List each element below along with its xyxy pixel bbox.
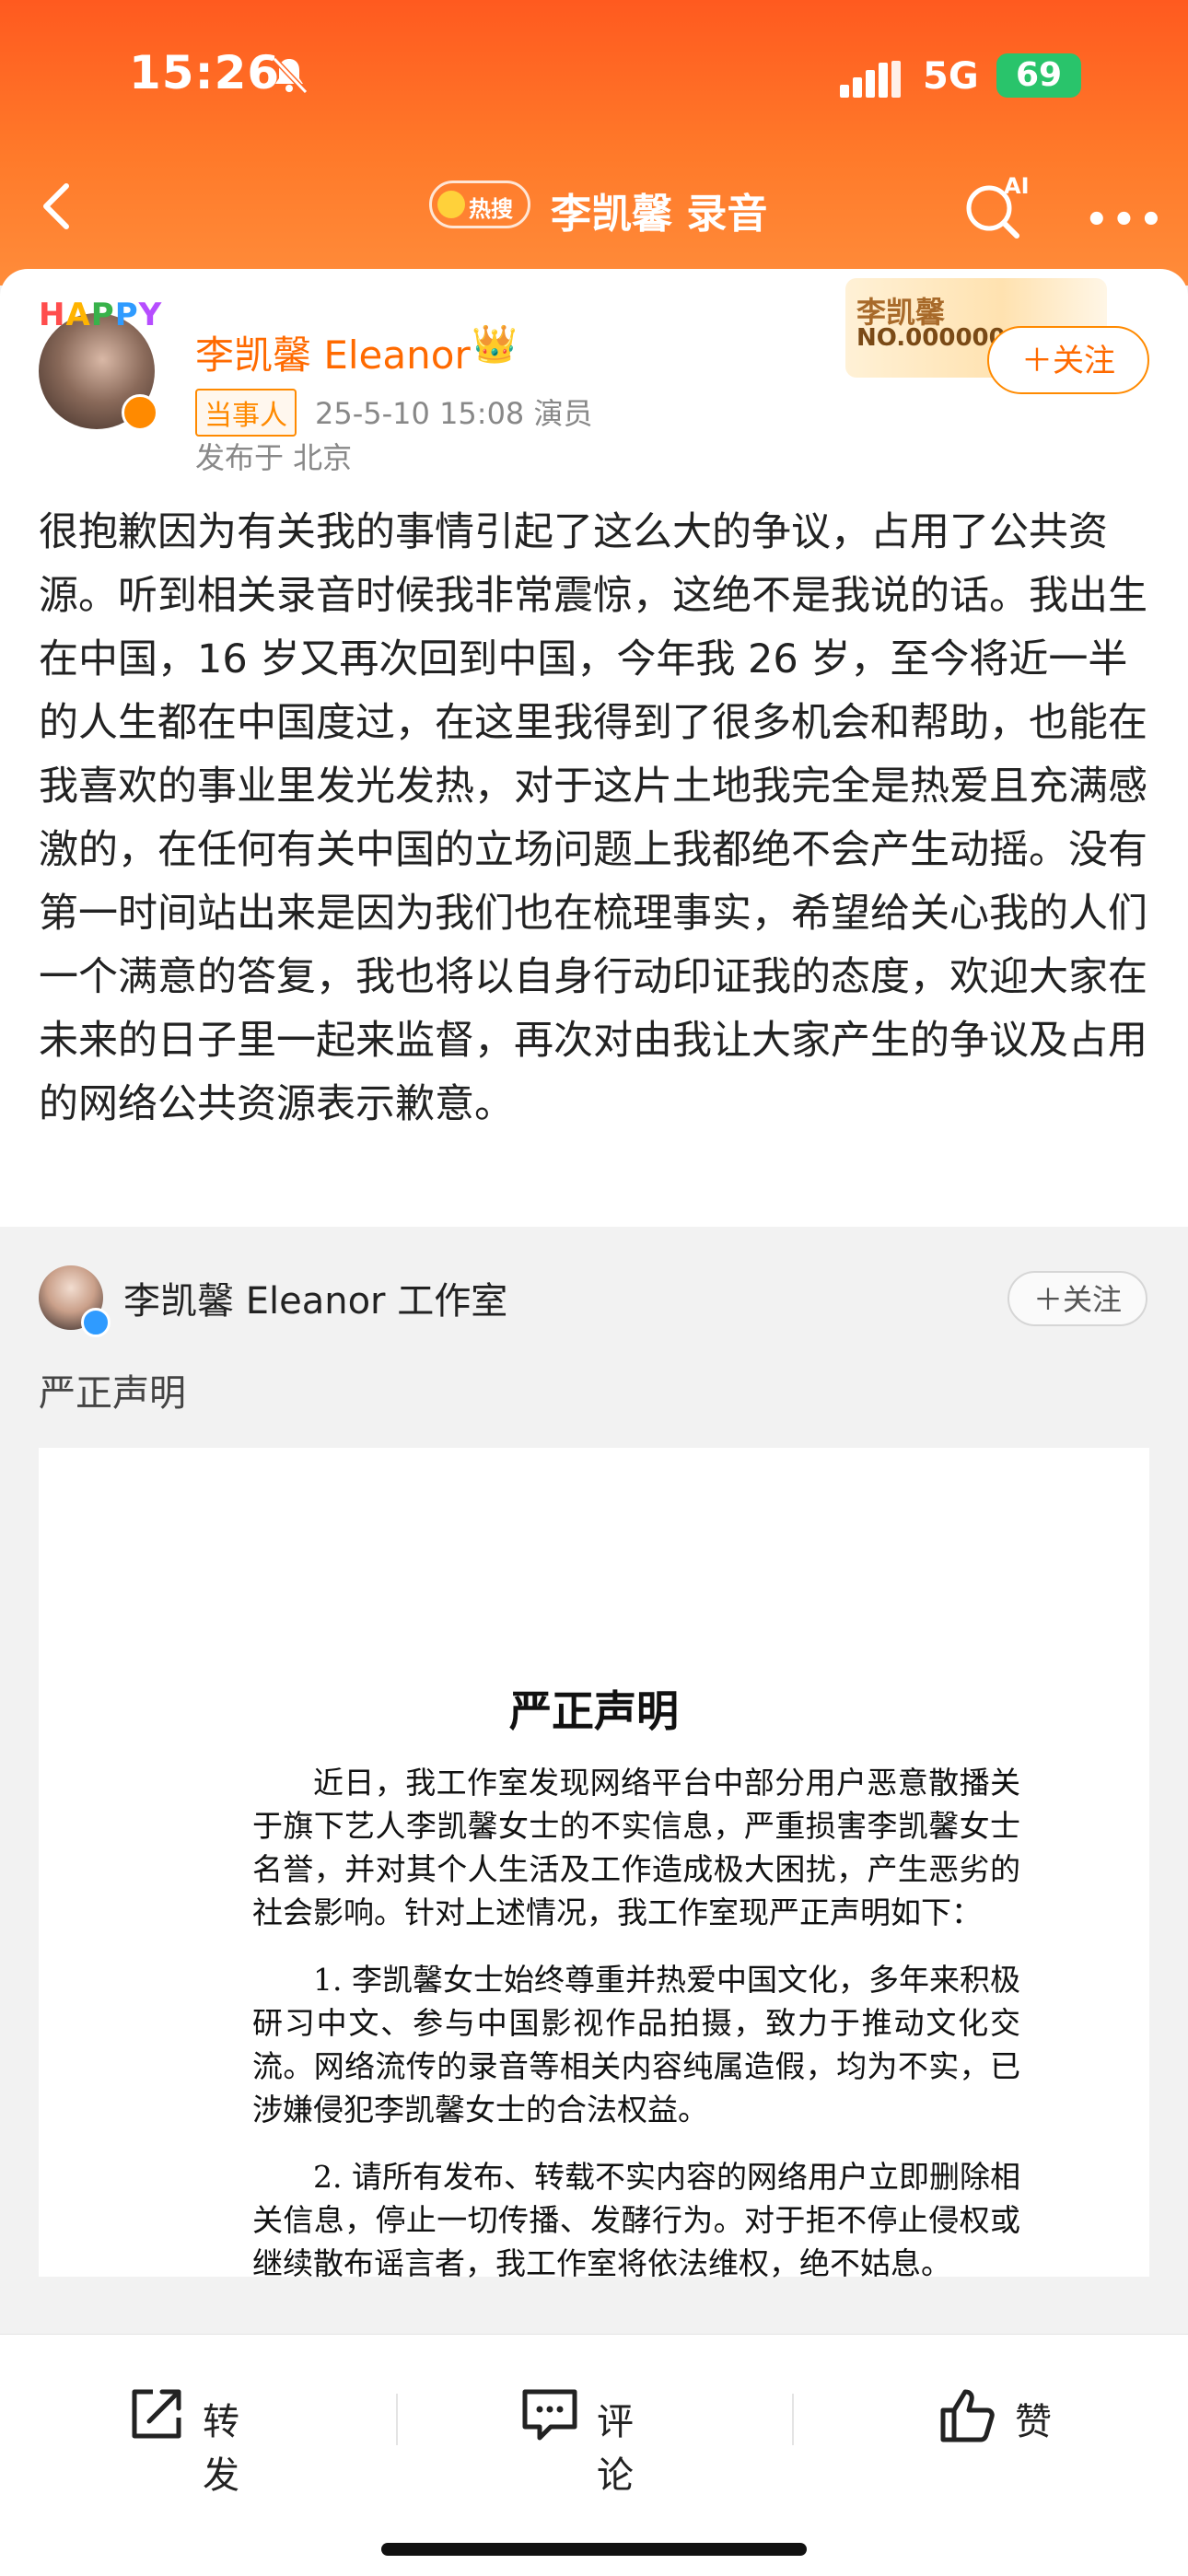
post-meta: 25-5-10 15:08 演员 (315, 396, 593, 431)
document-paragraph: 近日，我工作室发现网络平台中部分用户恶意散播关于旗下艺人李凯馨女士的不实信息，严… (252, 1765, 1020, 1930)
share-icon (132, 2389, 181, 2439)
divider (396, 2394, 398, 2445)
ai-search-icon[interactable]: AI (961, 171, 1031, 241)
more-options-icon[interactable]: ••• (1085, 199, 1167, 241)
statement-image[interactable]: 严正声明 近日，我工作室发现网络平台中部分用户恶意散播关于旗下艺人李凯馨女士的不… (39, 1448, 1149, 2281)
divider (792, 2394, 794, 2445)
verified-badge-icon (122, 394, 158, 431)
like-label: 赞 (1015, 2401, 1052, 2443)
post-location: 发布于 北京 (195, 440, 353, 475)
post-text: 很抱歉因为有关我的事情引起了这么大的争议，占用了公共资源。听到相关录音时候我非常… (39, 509, 1147, 1127)
home-indicator[interactable] (381, 2543, 807, 2556)
comment-label: 评论 (597, 2401, 634, 2497)
verified-badge-icon (81, 1308, 111, 1337)
status-time: 15:26 (129, 46, 281, 99)
follow-button[interactable]: ＋关注 (1007, 1271, 1147, 1326)
document-item: 2. 请所有发布、转载不实内容的网络用户立即删除相关信息，停止一切传播、发酵行为… (252, 2159, 1020, 2281)
avatar-decoration: HAPPY (39, 297, 163, 333)
repost-label: 转发 (203, 2401, 239, 2497)
status-bar: 15:26 5G 69 (0, 37, 1188, 120)
document-title: 严正声明 (509, 1686, 679, 1736)
document-item: 1. 李凯馨女士始终尊重并热爱中国文化，多年来积极研习中文、参与中国影视作品拍摄… (252, 1962, 1020, 2127)
follow-button[interactable]: ＋关注 (987, 326, 1149, 394)
hot-search-badge: 热搜 (429, 181, 530, 228)
document-body: 近日，我工作室发现网络平台中部分用户恶意散播关于旗下艺人李凯馨女士的不实信息，严… (252, 1761, 1020, 2309)
repost-text: 严正声明 (39, 1372, 186, 1415)
role-tag: 当事人 (195, 389, 297, 437)
reposted-card[interactable]: 李凯馨 Eleanor 工作室 ＋关注 严正声明 严正声明 近日，我工作室发现网… (0, 1234, 1188, 2339)
signal-icon (840, 61, 901, 98)
post-author-name[interactable]: 李凯馨 Eleanor (195, 324, 471, 380)
app-header: 15:26 5G 69 热搜 李凯馨 录音 AI ••• (0, 0, 1188, 286)
back-icon[interactable] (31, 179, 87, 234)
nav-bar: 热搜 李凯馨 录音 AI ••• (0, 166, 1188, 249)
battery-indicator: 69 (996, 53, 1081, 98)
comment-icon (522, 2389, 577, 2441)
member-crown-icon: 👑 (472, 323, 518, 366)
action-bar: 转发 评论 赞 (0, 2334, 1188, 2576)
mute-bell-icon (272, 56, 309, 95)
hot-search-icon (437, 191, 465, 218)
page-title: 李凯馨 录音 (551, 191, 768, 238)
fan-card-number: NO.000000 (856, 324, 1006, 352)
post-card: HAPPY 李凯馨 Eleanor 👑 当事人 25-5-10 15:08 演员… (0, 269, 1188, 1227)
thumbs-up-icon (940, 2389, 995, 2442)
repost-author-name[interactable]: 李凯馨 Eleanor 工作室 (123, 1271, 507, 1324)
network-type: 5G (923, 55, 979, 98)
svg-text:AI: AI (1004, 173, 1030, 199)
